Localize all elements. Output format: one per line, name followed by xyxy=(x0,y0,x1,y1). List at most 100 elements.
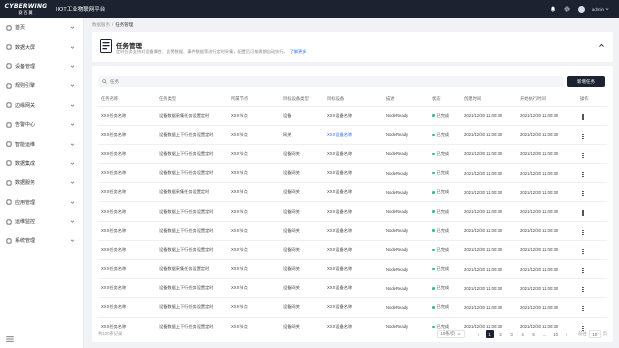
more-actions-icon[interactable] xyxy=(580,229,586,235)
avatar[interactable] xyxy=(577,5,585,13)
search-input[interactable] xyxy=(110,79,310,84)
sidebar-item-2[interactable]: 设备管理 xyxy=(0,57,83,76)
table-cell: 设备数据上下行任务设置定时 xyxy=(156,220,228,241)
more-actions-icon[interactable] xyxy=(580,133,586,139)
page-button[interactable]: 4 xyxy=(519,330,527,338)
more-actions-icon[interactable] xyxy=(580,248,586,254)
actions-cell xyxy=(577,143,607,164)
status-dot xyxy=(432,191,435,194)
actions-cell xyxy=(577,124,607,145)
table-row[interactable]: XXX任务名称 设备数据上下行任务设置定时 XXX节点 网关 XXX设备名称 NodeRe… xyxy=(98,124,607,145)
sidebar-item-10[interactable]: 运维监控 xyxy=(0,212,83,231)
sidebar-item-3[interactable]: 规则引擎 xyxy=(0,76,83,95)
chevron-down-icon xyxy=(70,103,75,108)
table-cell: XXX设备名称 xyxy=(324,182,383,202)
table-row[interactable]: XXX任务名称 设备数据上下行任务设置定时 XXX节点 设备网关 XXX设备名称 Node… xyxy=(98,239,607,260)
page-button[interactable]: 5 xyxy=(530,330,538,338)
chevron-down-icon xyxy=(70,142,75,147)
more-actions-icon[interactable] xyxy=(580,152,586,158)
gear-icon[interactable] xyxy=(564,6,571,13)
column-header: 目标设备 xyxy=(327,96,345,102)
page-jump-input[interactable]: 10 xyxy=(588,330,601,338)
alarm-icon xyxy=(6,122,12,128)
table-cell: 2021/12/30 11:00:30 xyxy=(461,258,517,279)
sidebar: 首页 数据大屏 设备管理规则引擎边缘网关告警中心 智能运维数据集成数据服务 应用管理 运维… xyxy=(0,18,84,348)
column-header: 描述 xyxy=(386,96,395,102)
more-actions-icon[interactable] xyxy=(580,287,586,293)
table-cell: 2021/12/30 11:00:30 xyxy=(517,220,577,241)
sidebar-item-1[interactable]: 数据大屏 xyxy=(0,37,83,56)
table-row[interactable]: XXX任务名称 设备数据上下行任务设置定时 XXX节点 设备网关 XXX设备名称 Node… xyxy=(98,278,607,298)
status-dot xyxy=(432,267,435,271)
table-row[interactable]: XXX任务名称 设备数据上下行任务设置定时 XXX节点 设备网关 XXX设备名称 Node… xyxy=(98,163,607,183)
sidebar-item-label: 规则引擎 xyxy=(15,83,36,90)
jump-label: 前往 xyxy=(578,331,587,336)
table-cell: 2021/12/30 11:00:30 xyxy=(517,201,577,222)
chevron-down-icon xyxy=(70,64,75,69)
brand-logo[interactable]: CYBERWING 赛百翼 xyxy=(0,0,48,18)
page-size-select[interactable]: 10条/页 xyxy=(436,330,466,338)
user-menu[interactable]: admin xyxy=(592,7,609,12)
task-table-card: 新增任务 任务名称 任务类型 所属节点 目标设备类型 目标设备 描述 状态 创建时间 开始执行时… xyxy=(92,66,613,342)
sidebar-item-7[interactable]: 数据集成 xyxy=(0,154,83,173)
page-button[interactable]: ... xyxy=(541,330,549,338)
more-actions-icon[interactable] xyxy=(580,210,586,216)
table-cell: 设备数据上下行任务设置定时 xyxy=(156,278,228,298)
table-cell: 设备网关 xyxy=(280,220,324,241)
status-dot xyxy=(432,210,435,213)
page-button[interactable]: 10 xyxy=(552,330,560,338)
sidebar-item-4[interactable]: 边缘网关 xyxy=(0,96,83,115)
new-task-button[interactable]: 新增任务 xyxy=(567,76,605,87)
sidebar-item-6[interactable]: 智能运维 xyxy=(0,134,83,153)
pagination: 共100条记录 10条/页 ‹ 1 2 3 4 5... 10 › 前往 10 页 xyxy=(92,326,613,342)
sidebar-item-11[interactable]: 系统管理 xyxy=(0,231,83,250)
table-cell: XXX节点 xyxy=(228,143,280,164)
more-actions-icon[interactable] xyxy=(580,306,586,312)
table-row[interactable]: XXX任务名称 设备数据上下行任务设置定时 XXX节点 设备网关 XXX设备名称 Node… xyxy=(98,201,607,222)
column-header: 所属节点 xyxy=(231,96,249,102)
learn-more-link[interactable]: 了解更多 xyxy=(290,49,307,54)
table-cell: XXX节点 xyxy=(228,258,280,279)
actions-cell xyxy=(577,278,607,298)
breadcrumb-parent[interactable]: 数据服务 xyxy=(92,22,110,28)
next-page-icon[interactable]: › xyxy=(563,330,571,338)
column-header: 任务名称 xyxy=(101,96,119,102)
search-field[interactable] xyxy=(98,76,563,87)
table-cell: 2021/12/30 11:00:30 xyxy=(461,143,517,164)
prev-page-icon[interactable]: ‹ xyxy=(475,330,483,338)
task-doc-icon xyxy=(100,39,112,53)
table-row[interactable]: XXX任务名称 设备数据上下行任务设置定时 XXX节点 设备网关 XXX设备名称 Node… xyxy=(98,143,607,164)
chevron-down-icon xyxy=(70,161,75,166)
table-row[interactable]: XXX任务名称 设备数据采集任务设置定时 XXX节点 设备网关 XXX设备名称 NodeR… xyxy=(98,258,607,279)
collapse-sidebar-icon[interactable] xyxy=(6,336,14,342)
more-actions-icon[interactable] xyxy=(580,114,586,120)
page-button[interactable]: 1 xyxy=(485,330,494,338)
more-actions-icon[interactable] xyxy=(580,191,586,197)
status-dot xyxy=(432,306,435,309)
table-row[interactable]: XXX任务名称 设备数据采集任务设置定时 XXX节点 设备 XXX设备名称 NodeRea… xyxy=(98,105,607,126)
table-row[interactable]: XXX任务名称 设备数据上下行任务设置定时 XXX节点 设备网关 XXX设备名称 Node… xyxy=(98,297,607,318)
bell-icon[interactable] xyxy=(550,6,557,13)
more-actions-icon[interactable] xyxy=(580,267,586,274)
column-header: 创建时间 xyxy=(464,96,482,102)
page-jump: 前往 10 页 xyxy=(578,330,607,338)
page-button[interactable]: 2 xyxy=(497,330,505,338)
sidebar-item-5[interactable]: 告警中心 xyxy=(0,115,83,134)
table-row[interactable]: XXX任务名称 设备数据采集任务设置定时 XXX节点 设备网关 XXX设备名称 NodeR… xyxy=(98,182,607,202)
more-actions-icon[interactable] xyxy=(580,171,586,178)
sidebar-item-label: 边缘网关 xyxy=(15,102,36,109)
sidebar-item-0[interactable]: 首页 xyxy=(0,18,83,37)
sidebar-item-8[interactable]: 数据服务 xyxy=(0,173,83,192)
column-header: 操作 xyxy=(580,96,589,102)
column-header: 开始执行时间 xyxy=(520,96,546,102)
table-cell: NodeReady xyxy=(383,278,429,298)
table-cell: XXX设备名称 xyxy=(324,143,383,164)
table-row[interactable]: XXX任务名称 设备数据上下行任务设置定时 XXX节点 设备网关 XXX设备名称 Node… xyxy=(98,220,607,241)
page-button[interactable]: 3 xyxy=(508,330,516,338)
table-cell: XXX设备名称 xyxy=(324,201,383,222)
table-cell: 设备网关 xyxy=(280,163,324,183)
sidebar-item-label: 数据集成 xyxy=(15,160,36,167)
sidebar-item-9[interactable]: 应用管理 xyxy=(0,193,83,212)
task-table: 任务名称 任务类型 所属节点 目标设备类型 目标设备 描述 状态 创建时间 开始执行时间 操作 X… xyxy=(98,93,607,337)
chevron-up-icon[interactable] xyxy=(598,42,605,49)
